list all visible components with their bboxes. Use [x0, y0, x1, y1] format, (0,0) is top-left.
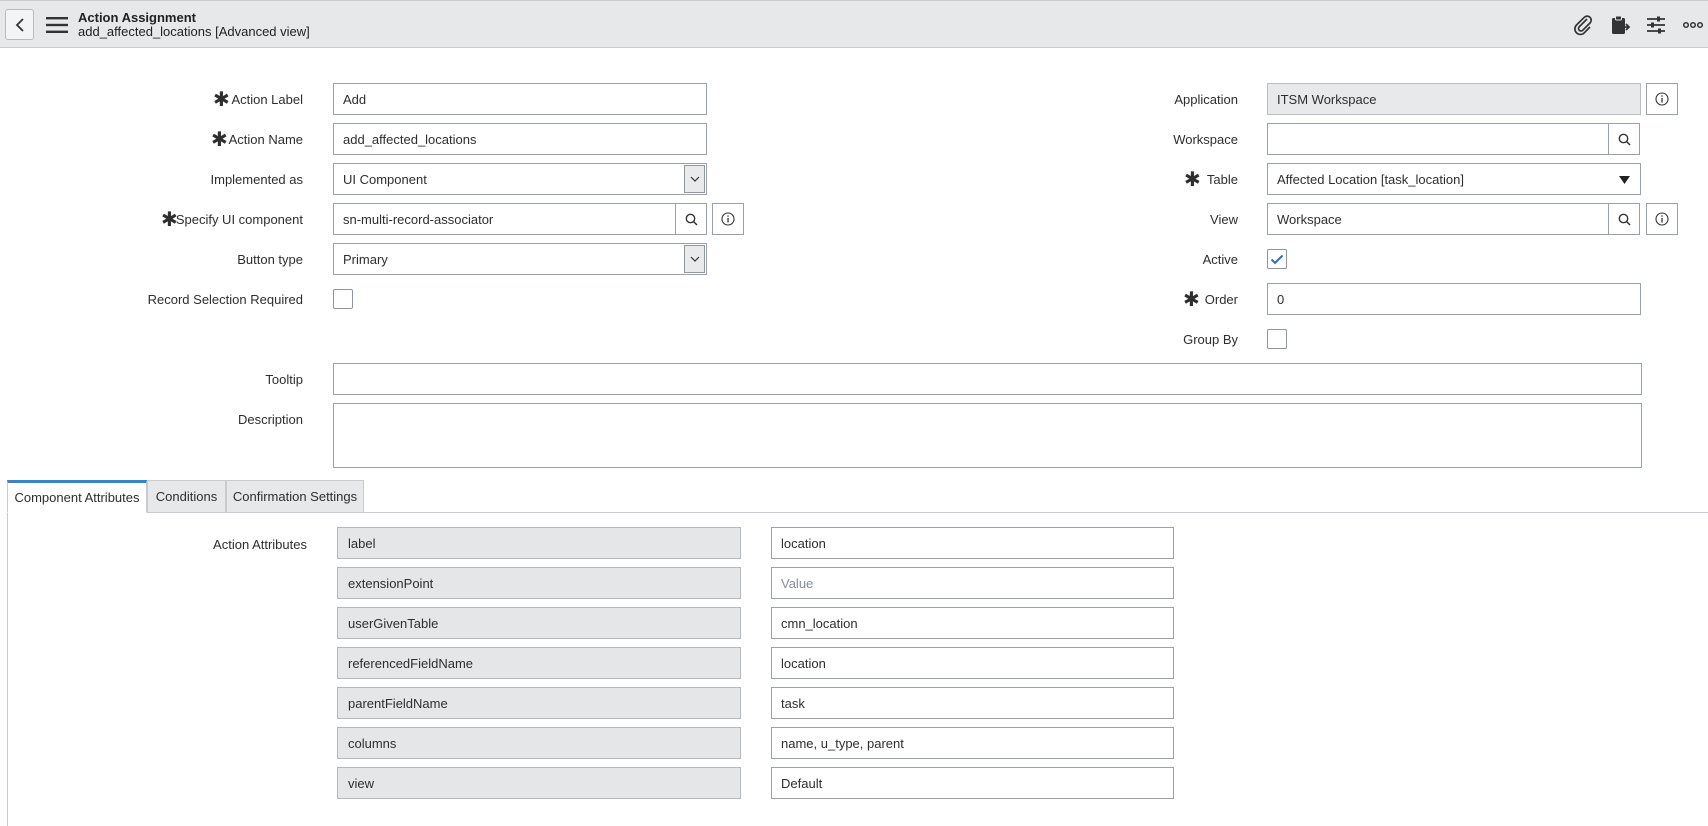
attribute-name: userGivenTable	[337, 607, 741, 639]
attribute-name: view	[337, 767, 741, 799]
active-label: Active	[1202, 252, 1238, 267]
search-icon	[1618, 213, 1631, 226]
action-label-label: Action Label	[231, 92, 303, 107]
view-lookup-button[interactable]	[1608, 203, 1640, 235]
workspace-lookup-button[interactable]	[1608, 123, 1640, 155]
action-name-input[interactable]: add_affected_locations	[333, 123, 707, 155]
record-selection-label: Record Selection Required	[147, 292, 303, 307]
attribute-value-input[interactable]: cmn_location	[771, 607, 1174, 639]
group-by-label: Group By	[1183, 332, 1238, 347]
attribute-value-input[interactable]: Default	[771, 767, 1174, 799]
description-label: Description	[237, 412, 303, 427]
required-marker: ✱	[213, 89, 230, 111]
attribute-value-input[interactable]: task	[771, 687, 1174, 719]
tab-panel-border	[7, 513, 8, 826]
attribute-name: extensionPoint	[337, 567, 741, 599]
table-select[interactable]: Affected Location [task_location]	[1267, 163, 1641, 195]
group-by-checkbox[interactable]	[1267, 329, 1287, 349]
workspace-label: Workspace	[1173, 132, 1238, 147]
tab-confirmation-settings[interactable]: Confirmation Settings	[226, 480, 364, 513]
record-selection-checkbox[interactable]	[333, 289, 353, 309]
order-label: Order	[1204, 292, 1238, 307]
required-marker: ✱	[1183, 289, 1200, 311]
record-subtitle: add_affected_locations [Advanced view]	[78, 24, 310, 39]
view-label: View	[1210, 212, 1238, 227]
attribute-name: label	[337, 527, 741, 559]
search-icon	[1618, 133, 1631, 146]
ui-component-info-button[interactable]	[712, 203, 744, 235]
ui-component-lookup-button[interactable]	[675, 203, 707, 235]
table-label: Table	[1206, 172, 1238, 187]
application-label: Application	[1174, 92, 1238, 107]
paperclip-icon[interactable]	[1570, 13, 1596, 37]
active-checkbox[interactable]	[1267, 249, 1287, 269]
info-icon	[1655, 212, 1669, 226]
attribute-name: columns	[337, 727, 741, 759]
workspace-input[interactable]	[1267, 123, 1609, 155]
view-input[interactable]: Workspace	[1267, 203, 1609, 235]
description-textarea[interactable]	[333, 403, 1642, 468]
info-icon	[721, 212, 735, 226]
tooltip-label: Tooltip	[265, 372, 303, 387]
tooltip-input[interactable]	[333, 363, 1642, 395]
page-title: Action Assignment	[78, 10, 196, 25]
order-input[interactable]: 0	[1267, 283, 1641, 315]
table-value: Affected Location [task_location]	[1277, 171, 1464, 187]
back-button[interactable]	[5, 9, 34, 40]
attribute-value-input[interactable]: Value	[771, 567, 1174, 599]
action-attributes-label: Action Attributes	[213, 537, 307, 552]
implemented-as-label: Implemented as	[210, 172, 304, 187]
ui-component-input[interactable]: sn-multi-record-associator	[333, 203, 676, 235]
sliders-icon[interactable]	[1643, 13, 1669, 37]
checkmark-icon	[1270, 254, 1284, 264]
info-icon	[1655, 92, 1669, 106]
more-options-icon[interactable]	[1680, 13, 1706, 37]
tab-conditions[interactable]: Conditions	[147, 480, 226, 513]
action-label-input[interactable]: Add	[333, 83, 707, 115]
attribute-value-input[interactable]: name, u_type, parent	[771, 727, 1174, 759]
search-icon	[685, 213, 698, 226]
application-input: ITSM Workspace	[1267, 83, 1641, 115]
chevron-down-icon	[684, 245, 705, 273]
caret-down-icon	[1619, 176, 1630, 184]
clipboard-icon[interactable]	[1607, 13, 1633, 37]
chevron-down-icon	[684, 165, 705, 193]
button-type-label: Button type	[237, 252, 303, 267]
implemented-as-value: UI Component	[343, 171, 427, 187]
required-marker: ✱	[211, 129, 228, 151]
header-bar: Action Assignment add_affected_locations…	[0, 0, 1708, 48]
ui-component-label: Specify UI component	[175, 212, 303, 227]
hamburger-menu-icon[interactable]	[46, 16, 68, 34]
tab-component-attributes[interactable]: Component Attributes	[7, 480, 147, 513]
view-info-button[interactable]	[1646, 203, 1678, 235]
attribute-name: parentFieldName	[337, 687, 741, 719]
action-name-label: Action Name	[228, 132, 303, 147]
required-marker: ✱	[1184, 169, 1201, 191]
implemented-as-select[interactable]: UI Component	[333, 163, 707, 195]
attribute-value-input[interactable]: location	[771, 527, 1174, 559]
chevron-left-icon	[15, 17, 24, 32]
attribute-name: referencedFieldName	[337, 647, 741, 679]
button-type-select[interactable]: Primary	[333, 243, 707, 275]
button-type-value: Primary	[343, 251, 388, 267]
attribute-value-input[interactable]: location	[771, 647, 1174, 679]
application-info-button[interactable]	[1646, 83, 1678, 115]
